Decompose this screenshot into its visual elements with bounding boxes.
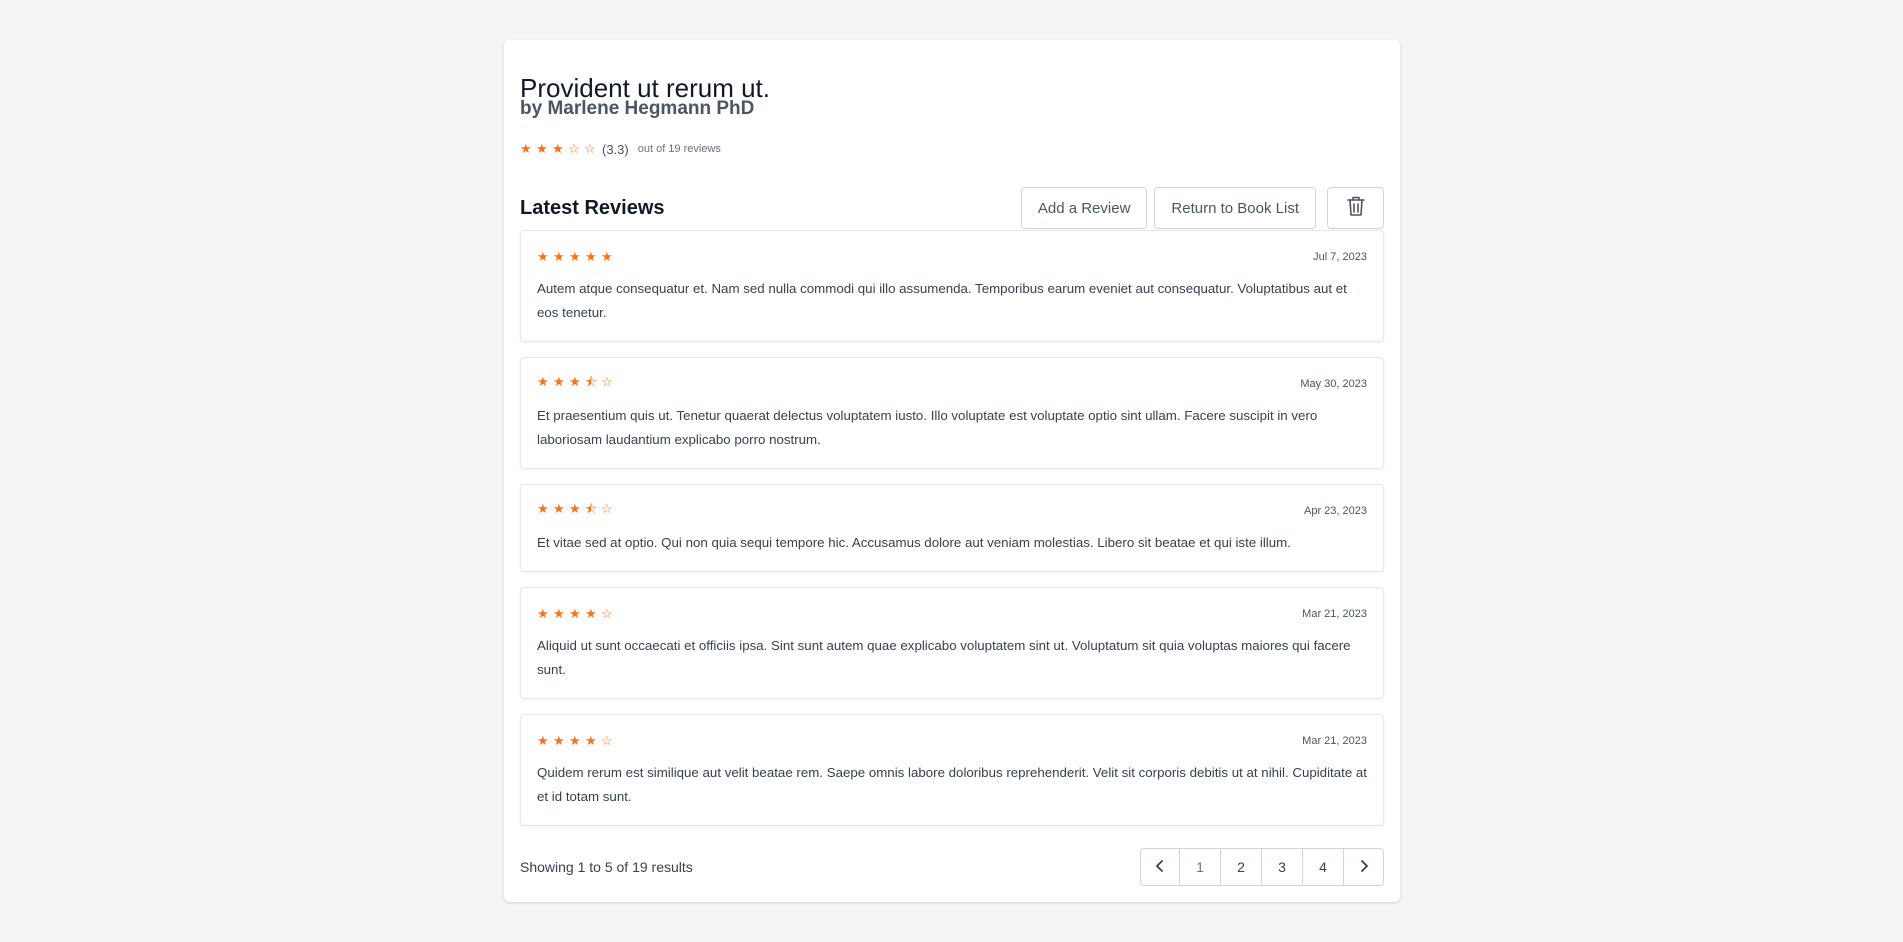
- review-date: Apr 23, 2023: [1304, 505, 1367, 517]
- book-rating-score: (3.3): [602, 141, 629, 157]
- review-text: Aliquid ut sunt occaecati et officiis ip…: [537, 638, 1351, 677]
- star-filled-icon: ★: [585, 733, 597, 748]
- review-text: Quidem rerum est similique aut velit bea…: [537, 765, 1367, 804]
- book-author: by Marlene Hegmann PhD: [520, 98, 755, 119]
- review-card: ★ ★ ★ ⯪ ☆ May 30, 2023 Et praesentium quis ut.…: [520, 357, 1384, 469]
- star-filled-icon: ★: [552, 141, 564, 156]
- star-filled-icon: ★: [569, 733, 581, 748]
- review-card: ★ ★ ★ ★ ☆ Mar 21, 2023 Aliquid ut sunt occaeca…: [520, 587, 1384, 699]
- results-summary: Showing 1 to 5 of 19 results: [520, 859, 693, 875]
- review-text: Autem atque consequatur et. Nam sed null…: [537, 281, 1347, 320]
- star-empty-icon: ☆: [568, 141, 580, 156]
- trash-icon: [1346, 195, 1366, 221]
- chevron-right-icon: [1359, 859, 1369, 875]
- page-button-1[interactable]: 1: [1180, 849, 1221, 885]
- review-rating: ★ ★ ★ ★ ☆: [537, 605, 617, 623]
- pagination: 1234: [1140, 848, 1384, 886]
- star-filled-icon: ★: [553, 606, 565, 621]
- review-date: Mar 21, 2023: [1302, 608, 1367, 620]
- star-empty-icon: ☆: [584, 141, 596, 156]
- review-date: May 30, 2023: [1300, 378, 1367, 390]
- star-half-icon: ⯪: [585, 374, 598, 389]
- star-filled-icon: ★: [537, 501, 549, 516]
- star-filled-icon: ★: [569, 374, 581, 389]
- page-button-2[interactable]: 2: [1221, 849, 1262, 885]
- star-filled-icon: ★: [569, 606, 581, 621]
- prev-page-button[interactable]: [1141, 849, 1180, 885]
- star-filled-icon: ★: [585, 249, 597, 264]
- star-filled-icon: ★: [569, 501, 581, 516]
- review-rating: ★ ★ ★ ★ ★: [537, 248, 617, 266]
- return-to-book-list-button[interactable]: Return to Book List: [1154, 187, 1316, 229]
- star-half-icon: ⯪: [585, 501, 598, 516]
- star-filled-icon: ★: [536, 141, 548, 156]
- star-empty-icon: ☆: [601, 501, 613, 516]
- star-filled-icon: ★: [520, 141, 532, 156]
- next-page-button[interactable]: [1344, 849, 1383, 885]
- header-actions: Add a Review Return to Book List: [1020, 187, 1384, 229]
- review-header: ★ ★ ★ ★ ★ Jul 7, 2023: [537, 247, 1367, 267]
- review-rating: ★ ★ ★ ★ ☆: [537, 732, 617, 750]
- section-title: Latest Reviews: [520, 196, 665, 219]
- star-filled-icon: ★: [537, 374, 549, 389]
- review-text: Et praesentium quis ut. Tenetur quaerat …: [537, 408, 1318, 447]
- review-rating: ★ ★ ★ ⯪ ☆: [537, 500, 617, 522]
- review-text: Et vitae sed at optio. Qui non quia sequ…: [537, 535, 1291, 550]
- review-rating: ★ ★ ★ ⯪ ☆: [537, 373, 617, 395]
- review-date: Mar 21, 2023: [1302, 735, 1367, 747]
- reviews-header: Latest Reviews Add a Review Return to Bo…: [520, 186, 1384, 230]
- page-button-3[interactable]: 3: [1262, 849, 1303, 885]
- review-header: ★ ★ ★ ★ ☆ Mar 21, 2023: [537, 731, 1367, 751]
- star-filled-icon: ★: [553, 501, 565, 516]
- chevron-left-icon: [1155, 859, 1165, 875]
- pagination-footer: Showing 1 to 5 of 19 results 1234: [520, 848, 1384, 886]
- star-filled-icon: ★: [553, 733, 565, 748]
- delete-book-button[interactable]: [1327, 187, 1384, 229]
- review-header: ★ ★ ★ ⯪ ☆ Apr 23, 2023: [537, 501, 1367, 521]
- page-button-4[interactable]: 4: [1303, 849, 1344, 885]
- star-empty-icon: ☆: [601, 374, 613, 389]
- star-filled-icon: ★: [569, 249, 581, 264]
- review-header: ★ ★ ★ ⯪ ☆ May 30, 2023: [537, 374, 1367, 394]
- review-header: ★ ★ ★ ★ ☆ Mar 21, 2023: [537, 604, 1367, 624]
- star-filled-icon: ★: [585, 606, 597, 621]
- star-filled-icon: ★: [537, 606, 549, 621]
- star-filled-icon: ★: [553, 249, 565, 264]
- reviews-list: ★ ★ ★ ★ ★ Jul 7, 2023 Autem atque consequatur …: [520, 230, 1384, 841]
- book-rating: ★ ★ ★ ☆ ☆ (3.3) out of 19 reviews: [520, 141, 721, 157]
- star-empty-icon: ☆: [601, 606, 613, 621]
- review-card: ★ ★ ★ ★ ★ Jul 7, 2023 Autem atque consequatur …: [520, 230, 1384, 342]
- review-card: ★ ★ ★ ⯪ ☆ Apr 23, 2023 Et vitae sed at optio. …: [520, 484, 1384, 572]
- star-filled-icon: ★: [601, 249, 613, 264]
- star-filled-icon: ★: [537, 733, 549, 748]
- add-review-button[interactable]: Add a Review: [1020, 187, 1148, 229]
- star-empty-icon: ☆: [601, 733, 613, 748]
- book-detail-card: Provident ut rerum ut. by Marlene Hegman…: [504, 40, 1400, 902]
- star-filled-icon: ★: [553, 374, 565, 389]
- book-review-count: out of 19 reviews: [637, 143, 721, 155]
- review-card: ★ ★ ★ ★ ☆ Mar 21, 2023 Quidem rerum est simili…: [520, 714, 1384, 826]
- star-filled-icon: ★: [537, 249, 549, 264]
- review-date: Jul 7, 2023: [1313, 251, 1367, 263]
- book-rating-stars: ★ ★ ★ ☆ ☆: [520, 141, 600, 157]
